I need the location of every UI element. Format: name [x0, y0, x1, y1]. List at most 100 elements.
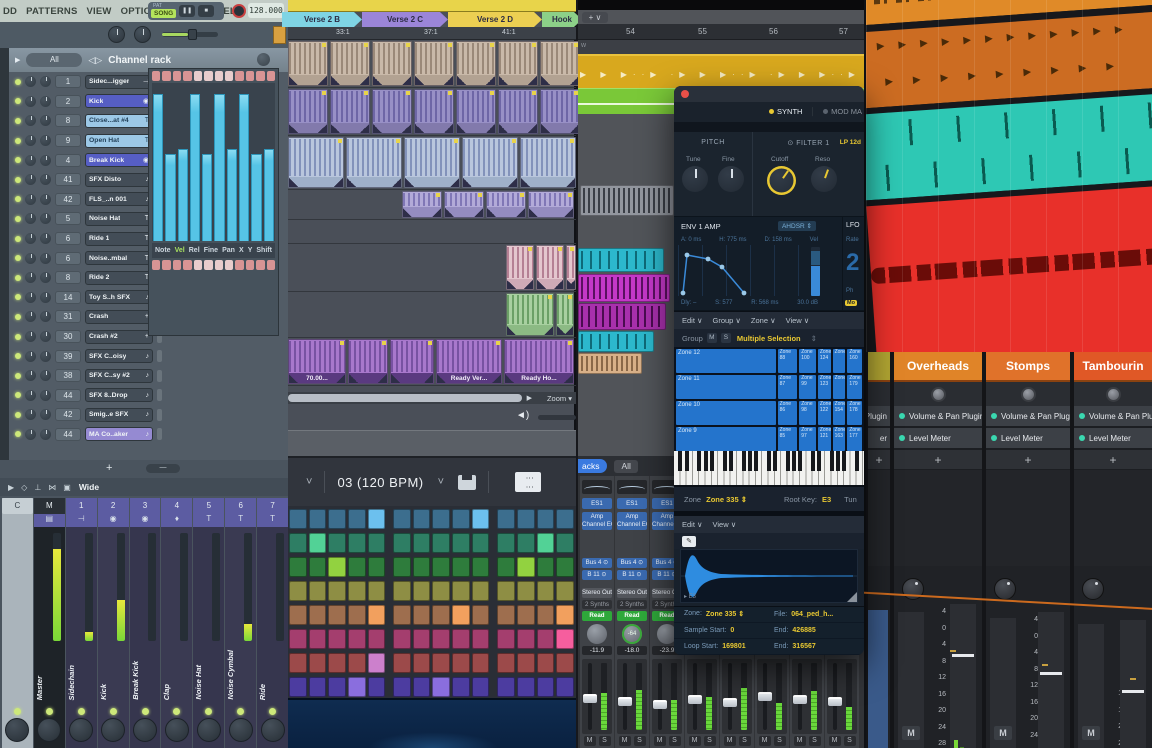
black-key[interactable]: [830, 451, 834, 471]
info-value[interactable]: 316567: [792, 643, 815, 650]
black-key[interactable]: [786, 451, 790, 471]
pencil-tool[interactable]: ✎: [682, 536, 696, 547]
zone-cell[interactable]: Zone86: [778, 401, 798, 425]
zone-cell-wide[interactable]: Zone 12: [676, 349, 776, 373]
zone-cell[interactable]: Zone99: [799, 375, 816, 399]
velocity-bar[interactable]: [178, 149, 188, 241]
zoom-play-icon[interactable]: ▶: [527, 394, 532, 402]
velocity-bar[interactable]: [214, 94, 224, 241]
mixer-enable-led[interactable]: [237, 708, 244, 715]
drum-pad[interactable]: [472, 557, 490, 577]
channel-number[interactable]: 42: [55, 408, 81, 421]
channel-pan-knob[interactable]: [25, 292, 36, 303]
audio-clip[interactable]: 70.00...: [288, 339, 346, 384]
zoom-control-label[interactable]: Zoom ▾: [547, 394, 572, 403]
channel-pan-knob[interactable]: [25, 429, 36, 440]
channel-volume-knob[interactable]: [40, 194, 51, 205]
fader-track-right[interactable]: [1038, 612, 1064, 748]
drum-pad[interactable]: [452, 557, 470, 577]
speaker-icon[interactable]: ◄): [516, 410, 529, 421]
channel-button[interactable]: Sidec...igger⊣: [85, 75, 153, 89]
menu-edit[interactable]: Edit ∨: [682, 316, 703, 325]
channel-enable-led[interactable]: [15, 255, 21, 261]
drum-pad[interactable]: [413, 509, 431, 529]
zone-cell[interactable]: Zone179: [847, 375, 862, 399]
velocity-bar[interactable]: [165, 154, 175, 241]
send-slot[interactable]: B 11 ⊙: [617, 570, 647, 580]
graph-label-rel[interactable]: Rel: [189, 247, 200, 254]
pan-knob[interactable]: [931, 387, 946, 402]
track-header[interactable]: Stomps: [986, 352, 1070, 382]
prev-pattern-chevron[interactable]: ˅: [306, 476, 312, 488]
channel-pan-knob[interactable]: [25, 115, 36, 126]
group-selection-value[interactable]: Multiple Selection: [737, 334, 801, 343]
drum-pad[interactable]: [537, 605, 555, 625]
menu-edit[interactable]: Edit ∨: [682, 520, 703, 529]
close-window-button[interactable]: [681, 90, 689, 98]
drum-pad[interactable]: [432, 677, 450, 697]
zone-cell[interactable]: Zone163: [833, 427, 846, 451]
graph-label-y[interactable]: Y: [248, 247, 253, 254]
channel-volume-knob[interactable]: [40, 96, 51, 107]
channel-mute-strip[interactable]: [157, 428, 162, 440]
drum-pad[interactable]: [328, 629, 346, 649]
drum-pad[interactable]: [497, 533, 515, 553]
channel-pan-knob[interactable]: [25, 331, 36, 342]
channel-enable-led[interactable]: [15, 79, 21, 85]
drum-pad[interactable]: [289, 557, 307, 577]
drum-pad[interactable]: [368, 629, 386, 649]
channel-button[interactable]: Ride 2T: [85, 271, 153, 285]
channel-button[interactable]: Crash #2+: [85, 330, 153, 344]
black-key[interactable]: [842, 451, 846, 471]
mixer-track-number[interactable]: 1: [66, 498, 97, 514]
mixer-pan-knob[interactable]: [5, 718, 29, 742]
reso-knob[interactable]: [811, 166, 837, 192]
mixer-pan-knob[interactable]: [165, 718, 189, 742]
audio-clip[interactable]: [390, 339, 434, 384]
zone-cell[interactable]: Zone121: [818, 427, 831, 451]
channel-number[interactable]: 1: [55, 75, 81, 88]
channel-button[interactable]: Smig..e SFX♪: [85, 408, 153, 422]
audio-clip[interactable]: [288, 89, 328, 134]
step-cell[interactable]: [204, 260, 212, 270]
info-value[interactable]: Zone 335 ⇕: [706, 610, 744, 618]
drum-pad[interactable]: [432, 509, 450, 529]
group-stepper[interactable]: ⇕: [811, 334, 817, 343]
drum-pad[interactable]: [556, 653, 574, 673]
velocity-bar[interactable]: [227, 149, 237, 241]
fine-knob[interactable]: [718, 166, 744, 192]
zone-cell[interactable]: Zone177: [847, 427, 862, 451]
mixer-tool-icon[interactable]: ▶: [8, 483, 14, 492]
vel-slider[interactable]: [811, 247, 820, 297]
drum-pad[interactable]: [393, 653, 411, 673]
zone-cell[interactable]: Zone...: [833, 375, 846, 399]
mute-button[interactable]: M: [1082, 726, 1100, 740]
step-cell[interactable]: [225, 260, 233, 270]
drum-pad[interactable]: [432, 557, 450, 577]
channel-volume-knob[interactable]: [40, 76, 51, 87]
black-key[interactable]: [685, 451, 689, 471]
audio-clip[interactable]: [372, 41, 412, 86]
channel-pan-knob[interactable]: [25, 76, 36, 87]
graph-label-shift[interactable]: Shift: [256, 247, 272, 254]
audio-clip[interactable]: [540, 89, 580, 134]
mixer-track-number[interactable]: 5: [193, 498, 224, 514]
drum-pad[interactable]: [432, 653, 450, 673]
velocity-bar[interactable]: [202, 154, 212, 241]
pat-mode-label[interactable]: PAT: [153, 3, 162, 9]
drum-pad[interactable]: [452, 605, 470, 625]
audio-clip[interactable]: Ready Ho...: [504, 339, 574, 384]
mute-button[interactable]: M: [759, 736, 771, 746]
drum-pad[interactable]: [289, 629, 307, 649]
menu-group[interactable]: Group ∨: [713, 316, 741, 325]
step-cell[interactable]: [183, 71, 191, 81]
black-key[interactable]: [754, 451, 758, 471]
playlist-scrollbar[interactable]: ▶ Zoom ▾: [288, 392, 576, 404]
step-cell[interactable]: [246, 260, 254, 270]
zone-value[interactable]: Zone 335 ⇕: [706, 495, 747, 504]
audio-clip[interactable]: Ready Ver...: [436, 339, 502, 384]
drum-pad[interactable]: [517, 557, 535, 577]
preview-volume-slider[interactable]: [538, 415, 576, 420]
step-cell[interactable]: [173, 260, 181, 270]
drum-pad[interactable]: [289, 581, 307, 601]
